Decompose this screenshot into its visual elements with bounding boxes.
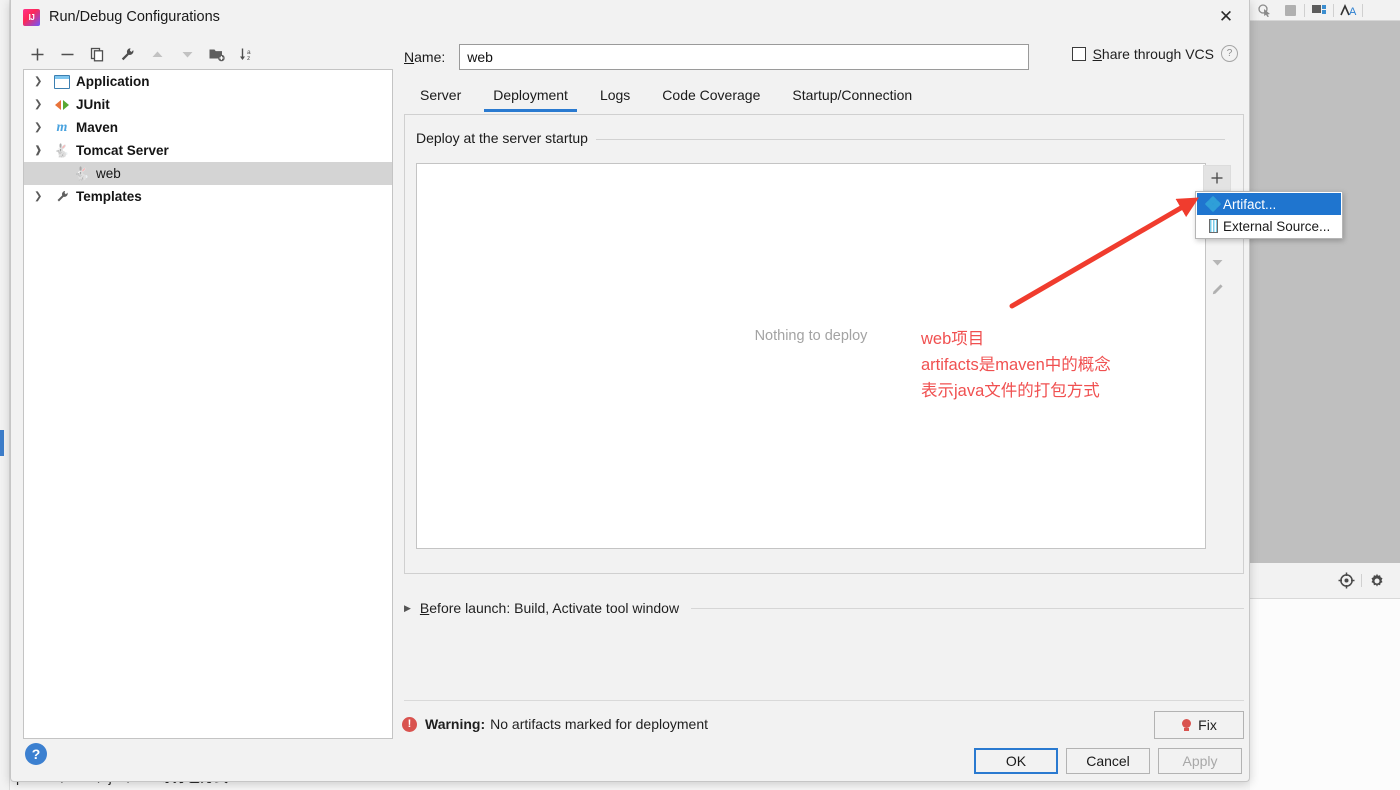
- application-icon: [52, 74, 72, 90]
- cancel-button[interactable]: Cancel: [1066, 748, 1150, 774]
- toolbar-divider: [1304, 3, 1305, 17]
- move-artifact-down-button[interactable]: [1203, 249, 1231, 275]
- chevron-down-icon[interactable]: ❱: [34, 145, 52, 156]
- fix-button[interactable]: Fix: [1154, 711, 1244, 739]
- menu-item-artifact[interactable]: Artifact...: [1197, 193, 1341, 215]
- add-artifact-button[interactable]: [1203, 165, 1231, 191]
- ide-editor-area: [1250, 21, 1400, 563]
- warning-row: ! Warning: No artifacts marked for deplo…: [402, 711, 1244, 739]
- artifact-icon: [1203, 195, 1223, 213]
- nothing-to-deploy-text: Nothing to deploy: [754, 328, 868, 344]
- tab-logs[interactable]: Logs: [584, 84, 646, 112]
- add-deployment-source-menu: Artifact... External Source...: [1195, 191, 1343, 239]
- chevron-right-icon[interactable]: ❯: [34, 191, 52, 202]
- toolbar-divider-3: [1362, 3, 1363, 17]
- tree-item-label: Tomcat Server: [76, 143, 169, 158]
- junit-icon: [52, 97, 72, 113]
- tree-item-junit[interactable]: ❯ JUnit: [24, 93, 392, 116]
- footer-divider: [404, 700, 1244, 701]
- add-configuration-button[interactable]: [23, 41, 51, 67]
- target-icon[interactable]: [1331, 569, 1361, 593]
- ide-top-toolbar: A: [1250, 0, 1400, 21]
- share-vcs-label: Share through VCS: [1092, 45, 1214, 62]
- tomcat-icon: 🐇: [73, 166, 91, 181]
- warning-message: No artifacts marked for deployment: [490, 716, 709, 732]
- deployment-list[interactable]: Nothing to deploy: [416, 163, 1206, 549]
- deployment-panel: Deploy at the server startup Nothing to …: [404, 114, 1244, 574]
- svg-text:z: z: [247, 55, 250, 62]
- move-up-button[interactable]: [143, 41, 171, 67]
- tab-deployment[interactable]: Deployment: [477, 84, 584, 112]
- tree-item-maven[interactable]: ❯ m Maven: [24, 116, 392, 139]
- stop-icon[interactable]: [1279, 2, 1301, 19]
- menu-item-label: Artifact...: [1223, 196, 1277, 212]
- before-launch-divider: [691, 607, 1244, 609]
- tree-item-label: Templates: [76, 189, 142, 204]
- gear-icon[interactable]: [1362, 569, 1392, 593]
- dialog-titlebar: Run/Debug Configurations ✕: [11, 0, 1249, 34]
- tab-startup-connection[interactable]: Startup/Connection: [776, 84, 928, 112]
- toolbar-divider-2: [1333, 3, 1334, 17]
- sort-alphabetically-button[interactable]: a z: [233, 41, 261, 67]
- run-debug-configurations-dialog: Run/Debug Configurations ✕: [10, 0, 1250, 782]
- configurations-toolbar: a z: [23, 40, 378, 68]
- new-folder-button[interactable]: [203, 41, 231, 67]
- chevron-right-icon[interactable]: ▶: [404, 603, 411, 614]
- ide-bottom-panel: [1250, 599, 1400, 790]
- apply-button[interactable]: Apply: [1158, 748, 1242, 774]
- tree-item-label: Maven: [76, 120, 119, 135]
- tree-item-tomcat-server[interactable]: ❱ 🐇 Tomcat Server: [24, 139, 392, 162]
- cursor-select-icon[interactable]: [1254, 2, 1276, 19]
- edit-templates-wrench-icon[interactable]: [113, 41, 141, 67]
- close-icon[interactable]: ✕: [1203, 0, 1249, 34]
- edit-artifact-button[interactable]: [1203, 277, 1231, 303]
- tree-item-label: JUnit: [76, 97, 110, 112]
- before-launch-row[interactable]: ▶ Before launch: Build, Activate tool wi…: [404, 598, 1244, 618]
- dialog-title: Run/Debug Configurations: [49, 9, 220, 25]
- tree-item-label: Application: [76, 74, 150, 89]
- intellij-idea-icon: [23, 8, 40, 26]
- tree-item-web[interactable]: 🐇 web: [24, 162, 392, 185]
- error-icon: !: [402, 716, 417, 732]
- help-icon[interactable]: ?: [25, 743, 47, 765]
- config-tabs: Server Deployment Logs Code Coverage Sta…: [404, 82, 1244, 112]
- tree-item-templates[interactable]: ❯ Templates: [24, 185, 392, 208]
- tomcat-icon: 🐇: [53, 143, 71, 158]
- lightbulb-icon: [1181, 718, 1192, 732]
- chevron-right-icon[interactable]: ❯: [34, 122, 52, 133]
- share-vcs-checkbox[interactable]: [1071, 46, 1086, 61]
- name-label: Name:: [404, 49, 446, 65]
- svg-text:A: A: [1349, 6, 1357, 17]
- layout-icon[interactable]: [1308, 2, 1330, 19]
- question-mark-icon[interactable]: ?: [1221, 45, 1238, 62]
- before-launch-label: Before launch: Build, Activate tool wind…: [419, 600, 680, 616]
- copy-configuration-button[interactable]: [83, 41, 111, 67]
- share-through-vcs-row: Share through VCS ?: [1071, 45, 1238, 62]
- tree-item-label: web: [96, 166, 121, 181]
- tab-code-coverage[interactable]: Code Coverage: [646, 84, 776, 112]
- chevron-right-icon[interactable]: ❯: [34, 99, 52, 110]
- ide-status-bar: [1250, 563, 1400, 599]
- move-down-button[interactable]: [173, 41, 201, 67]
- menu-item-label: External Source...: [1223, 218, 1331, 234]
- chevron-right-icon[interactable]: ❯: [34, 76, 52, 87]
- wrench-icon: [52, 189, 72, 205]
- remove-configuration-button[interactable]: [53, 41, 81, 67]
- deploy-group-title: Deploy at the server startup: [416, 130, 596, 146]
- ide-left-selected-tool[interactable]: [0, 430, 4, 456]
- external-source-icon: [1203, 219, 1223, 233]
- menu-item-external-source[interactable]: External Source...: [1197, 215, 1341, 237]
- warning-prefix: Warning:: [425, 716, 486, 732]
- name-input[interactable]: [459, 44, 1030, 70]
- maven-icon: m: [56, 119, 68, 135]
- fix-button-label: Fix: [1198, 717, 1217, 733]
- tree-item-application[interactable]: ❯ Application: [24, 70, 392, 93]
- name-row: Name: Share through VCS ?: [404, 44, 1238, 70]
- dialog-button-row: OK Cancel Apply: [974, 748, 1242, 774]
- ide-left-toolwindow-bar: [0, 0, 10, 790]
- ok-button[interactable]: OK: [974, 748, 1058, 774]
- tab-server[interactable]: Server: [404, 84, 477, 112]
- configurations-tree[interactable]: ❯ Application ❯ JUnit ❯ m Maven ❱ 🐇 Tomc…: [23, 69, 393, 739]
- translate-icon[interactable]: A: [1337, 2, 1359, 19]
